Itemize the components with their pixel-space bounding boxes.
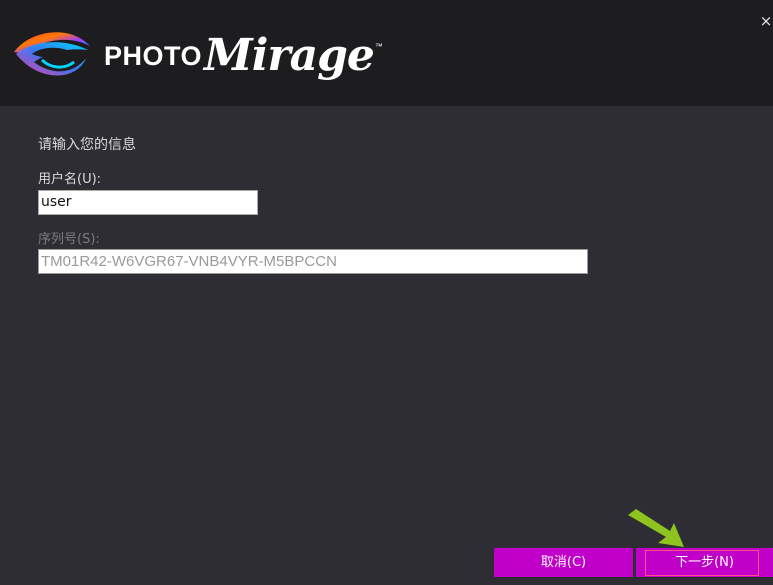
registration-form: 请输入您的信息 用户名(U): user 序列号(S): TM01R42-W6V… [0,106,773,585]
cancel-button-label: 取消(C) [540,555,587,570]
cancel-button[interactable]: 取消(C) [494,548,633,577]
close-button[interactable]: × [759,10,773,32]
close-icon: × [759,12,773,30]
username-label: 用户名(U): [38,172,102,187]
next-button-label: 下一步(N) [675,555,734,570]
brand-trademark: ™ [374,42,383,51]
brand-wordmark: PHOTO Mirage ™ [104,24,383,84]
serial-number-input[interactable]: TM01R42-W6VGR67-VNB4VYR-M5BPCCN [38,249,588,274]
header-bar: PHOTO Mirage ™ × [0,0,773,106]
form-title: 请输入您的信息 [38,137,136,153]
brand-photo-text: PHOTO [104,41,203,71]
username-input[interactable]: user [38,190,258,215]
brand-mirage-text: Mirage [204,30,375,81]
serial-label: 序列号(S): [38,232,100,247]
photomirage-logo-icon [14,32,90,76]
pointer-arrow-icon [628,509,684,547]
next-button[interactable]: 下一步(N) [636,548,773,577]
